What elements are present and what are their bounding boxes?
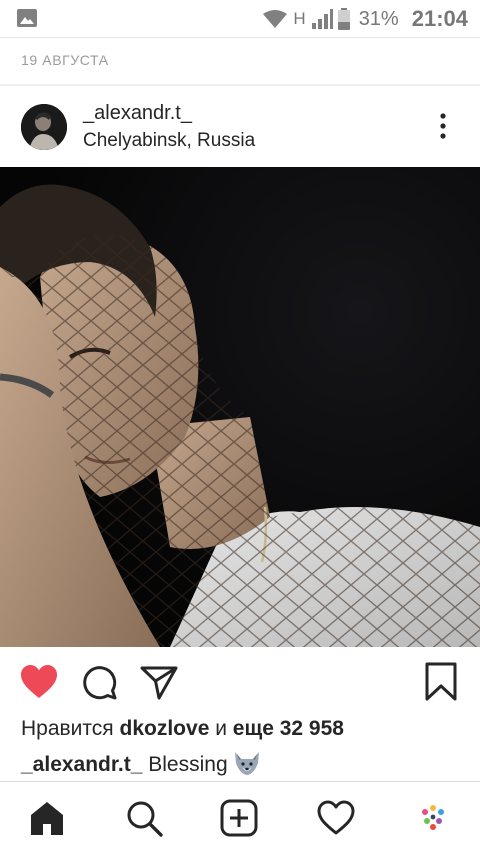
battery-percent: 31% <box>358 7 399 30</box>
caption-text: Blessing <box>148 753 228 776</box>
liker-username[interactable]: dkozlove <box>120 717 210 740</box>
direct-share-icon <box>140 666 178 700</box>
divider <box>0 84 480 86</box>
gallery-icon <box>17 9 37 27</box>
status-bar: H 31% 21:04 <box>0 0 480 38</box>
activity-heart-icon <box>317 800 355 835</box>
caption-username[interactable]: _alexandr.t_ <box>21 753 142 776</box>
bottom-navigation <box>0 781 480 855</box>
nav-profile[interactable] <box>413 798 453 838</box>
search-icon <box>127 801 163 837</box>
like-button[interactable] <box>18 661 60 703</box>
nav-home[interactable] <box>27 798 67 838</box>
clock: 21:04 <box>411 6 468 31</box>
likes-prefix: Нравится <box>21 717 114 740</box>
add-post-icon <box>220 799 258 837</box>
post-location[interactable]: Chelyabinsk, Russia <box>83 130 255 152</box>
bookmark-icon <box>425 662 457 701</box>
nav-search[interactable] <box>124 798 164 838</box>
nav-new-post[interactable] <box>219 798 259 838</box>
battery-icon <box>337 8 350 30</box>
likes-count[interactable]: еще 32 958 <box>233 717 344 740</box>
likes-summary[interactable]: Нравится dkozlove и еще 32 958 <box>21 717 344 741</box>
status-icons: H 31% 21:04 <box>262 4 468 34</box>
nav-activity[interactable] <box>316 798 356 838</box>
profile-avatar-icon <box>416 801 450 835</box>
photo-portrait <box>0 167 480 647</box>
comment-button[interactable] <box>79 661 121 703</box>
feed-date-label: 19 АВГУСТА <box>21 52 109 68</box>
wolf-emoji-icon <box>234 752 259 775</box>
home-icon <box>31 802 63 835</box>
post-username[interactable]: _alexandr.t_ <box>83 102 192 125</box>
likes-joiner: и <box>215 717 227 740</box>
comment-icon <box>83 666 117 700</box>
heart-filled-icon <box>21 665 57 698</box>
post-photo[interactable] <box>0 167 480 647</box>
post-caption: _alexandr.t_ Blessing <box>21 750 262 777</box>
network-type: H <box>293 9 306 28</box>
more-options-icon[interactable] <box>432 112 454 142</box>
signal-icon <box>311 9 333 29</box>
avatar-portrait-icon <box>21 104 67 150</box>
save-button[interactable] <box>420 661 462 703</box>
wifi-icon <box>263 10 288 28</box>
share-button[interactable] <box>138 661 180 703</box>
user-avatar[interactable] <box>21 104 67 150</box>
